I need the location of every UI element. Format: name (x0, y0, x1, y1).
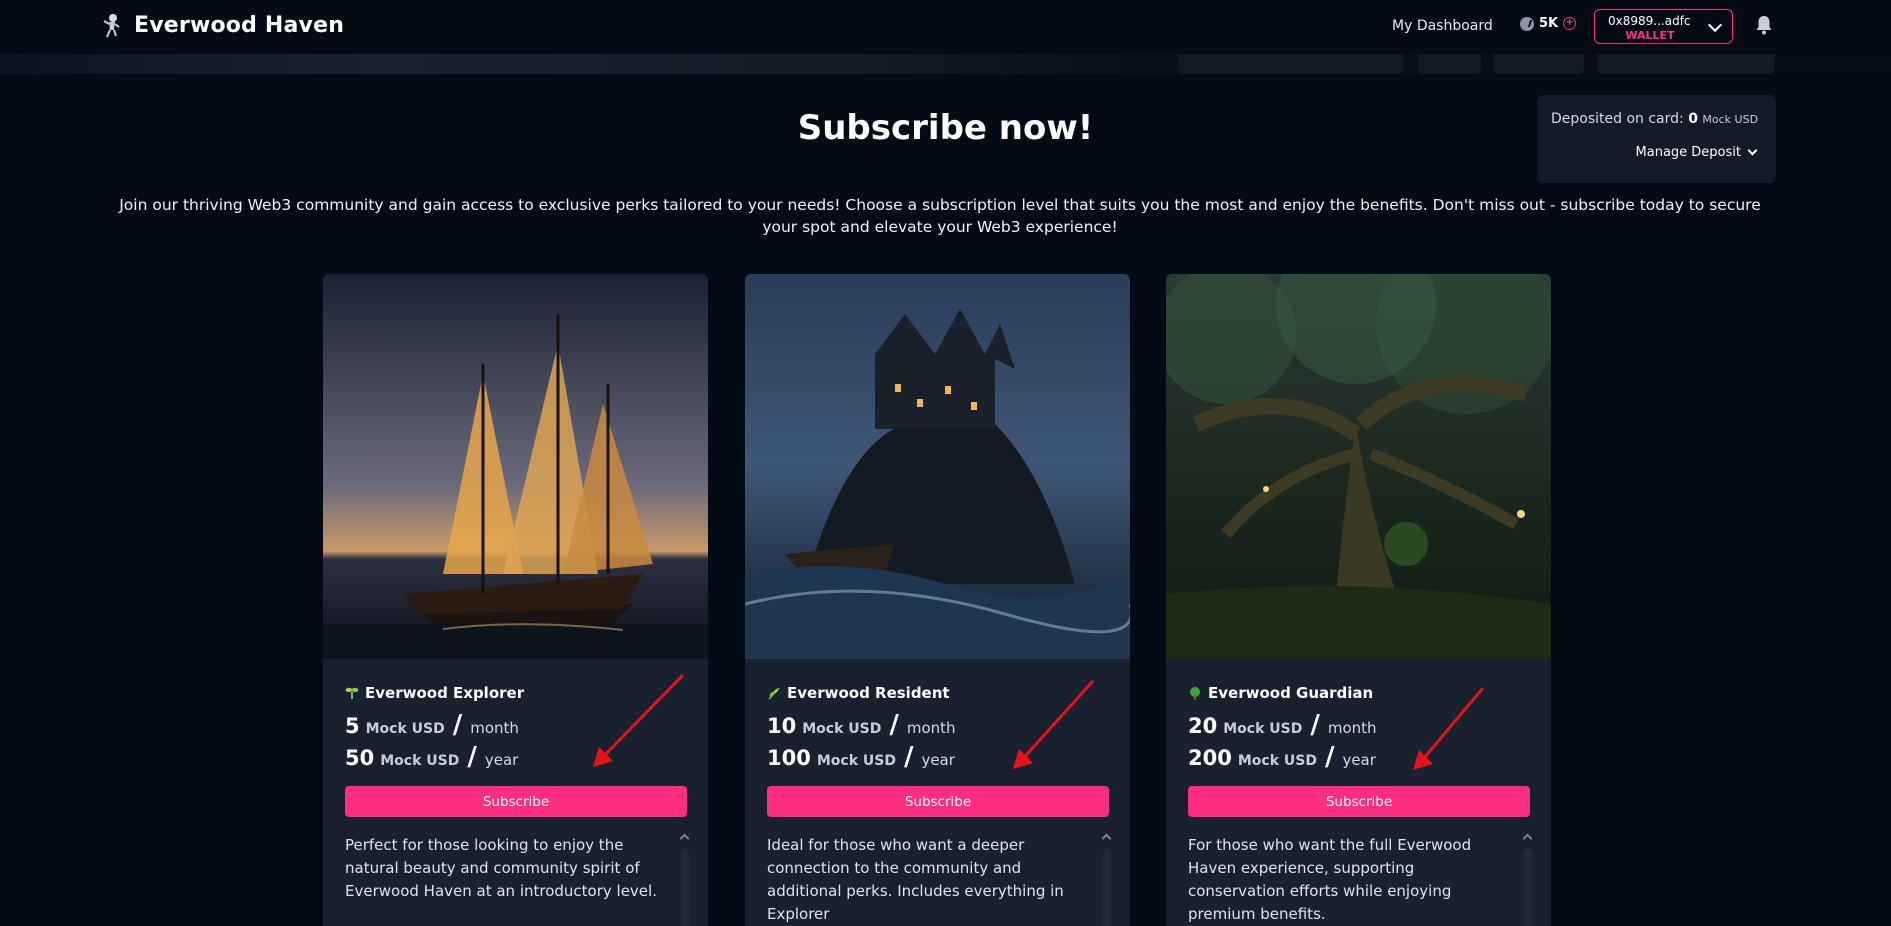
price-unit: Mock USD (365, 721, 445, 737)
monthly-price-value: 20 (1188, 714, 1218, 738)
yearly-price: 200 Mock USD / year (1188, 742, 1376, 772)
tier-card-body: Everwood Explorer 5 Mock USD / month 50 … (323, 659, 708, 926)
scroll-track[interactable] (1103, 849, 1111, 926)
description-scrollbar[interactable] (1100, 829, 1114, 926)
wallet-button[interactable]: 0x8989...adfc WALLET (1594, 9, 1733, 44)
scroll-track[interactable] (1524, 849, 1532, 926)
scroll-up-icon[interactable] (1101, 833, 1112, 844)
tier-card-resident: Everwood Resident 10 Mock USD / month 10… (745, 274, 1130, 926)
price-unit: Mock USD (1223, 721, 1303, 737)
castle-island-image (745, 274, 1130, 659)
price-unit: Mock USD (802, 721, 882, 737)
tier-card-guardian: Everwood Guardian 20 Mock USD / month 20… (1166, 274, 1551, 926)
subscribe-button[interactable]: Subscribe (1188, 786, 1530, 817)
tier-name: Everwood Resident (767, 684, 950, 702)
yearly-price: 100 Mock USD / year (767, 742, 955, 772)
description-scrollbar[interactable] (678, 829, 692, 926)
ancient-tree-image (1166, 274, 1551, 659)
wallet-label: WALLET (1625, 29, 1675, 42)
monthly-price-value: 10 (767, 714, 797, 738)
price-period: year (484, 751, 519, 769)
monthly-price-value: 5 (345, 714, 360, 738)
scroll-up-icon[interactable] (1522, 833, 1533, 844)
yearly-price-value: 200 (1188, 746, 1232, 770)
monthly-price: 5 Mock USD / month (345, 710, 519, 740)
tier-description: For those who want the full Everwood Hav… (1188, 836, 1472, 923)
price-unit: Mock USD (1237, 753, 1317, 769)
tier-name: Everwood Explorer (345, 684, 524, 702)
price-unit: Mock USD (816, 753, 896, 769)
price-period: month (906, 719, 956, 737)
token-balance-value: 5K (1539, 16, 1559, 31)
yearly-price-value: 50 (345, 746, 375, 770)
description-scrollbar[interactable] (1521, 829, 1535, 926)
herb-icon (768, 687, 780, 700)
price-period: year (921, 751, 955, 769)
tier-name-text: Everwood Guardian (1208, 684, 1374, 702)
monthly-price: 10 Mock USD / month (767, 710, 956, 740)
brand[interactable]: Everwood Haven (100, 12, 344, 38)
top-navbar: Everwood Haven My Dashboard 5K + 0x8989.… (0, 0, 1891, 54)
tier-name-text: Everwood Resident (787, 684, 950, 702)
tier-name: Everwood Guardian (1188, 684, 1373, 702)
scroll-track[interactable] (681, 849, 689, 926)
tree-icon (1190, 687, 1200, 700)
brand-name: Everwood Haven (134, 12, 345, 38)
tier-description: Ideal for those who want a deeper connec… (767, 836, 1064, 923)
monthly-price: 20 Mock USD / month (1188, 710, 1377, 740)
price-period: month (470, 719, 519, 737)
tier-name-text: Everwood Explorer (365, 684, 525, 702)
scroll-up-icon[interactable] (679, 833, 690, 844)
yearly-price-value: 100 (767, 746, 811, 770)
price-period: year (1342, 751, 1376, 769)
astronaut-logo-icon (103, 14, 120, 38)
seedling-icon (345, 687, 359, 699)
add-token-icon[interactable]: + (1563, 17, 1577, 30)
tier-description: Perfect for those looking to enjoy the n… (345, 836, 657, 900)
price-unit: Mock USD (380, 753, 460, 769)
tier-card-body: Everwood Guardian 20 Mock USD / month 20… (1166, 659, 1551, 926)
nav-my-dashboard-link[interactable]: My Dashboard (1392, 18, 1493, 34)
chevron-down-icon (1707, 17, 1723, 33)
token-balance[interactable]: 5K + (1520, 16, 1577, 31)
lightning-coin-icon (1520, 16, 1534, 31)
wallet-address: 0x8989...adfc (1608, 14, 1691, 28)
page-title: Subscribe now! (797, 108, 1094, 148)
subscribe-button[interactable]: Subscribe (767, 786, 1109, 817)
bell-icon[interactable] (1755, 14, 1773, 36)
subscribe-button[interactable]: Subscribe (345, 786, 687, 817)
tier-card-explorer: Everwood Explorer 5 Mock USD / month 50 … (323, 274, 708, 926)
price-period: month (1327, 719, 1377, 737)
ship-image (323, 274, 708, 659)
tier-card-body: Everwood Resident 10 Mock USD / month 10… (745, 659, 1130, 926)
page-intro: Join our thriving Web3 community and gai… (119, 196, 1761, 236)
yearly-price: 50 Mock USD / year (345, 742, 519, 772)
